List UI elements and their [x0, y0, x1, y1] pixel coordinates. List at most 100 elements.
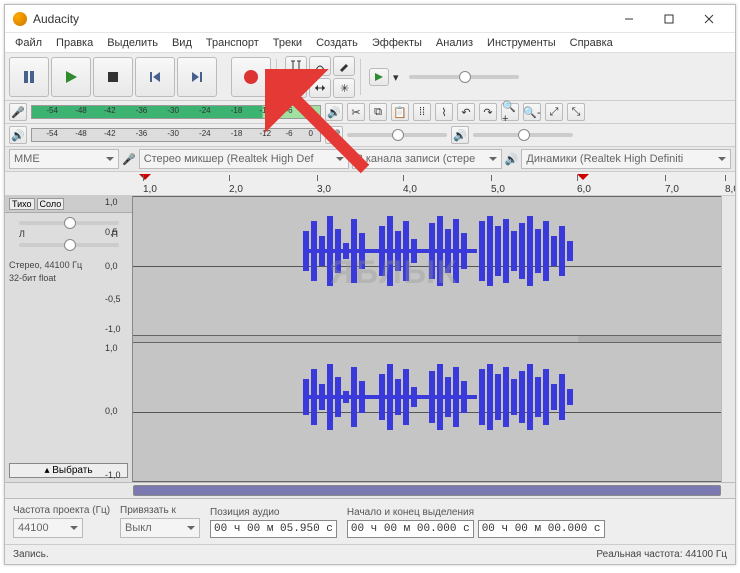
- speaker-icon: 🔊: [505, 153, 519, 166]
- titlebar: Audacity: [5, 5, 735, 33]
- zoom-fit-proj-button[interactable]: ⤡: [567, 103, 585, 121]
- play-at-speed-button[interactable]: [369, 68, 389, 86]
- timeline-ruler[interactable]: 1,0 2,0 3,0 4,0 5,0 6,0 7,0 8,0: [5, 172, 735, 196]
- timeshift-tool[interactable]: [309, 78, 331, 98]
- recording-meter[interactable]: -54 -48 -42 -36 -30 -24 -18 -12 -6 0: [31, 105, 321, 119]
- silence-button[interactable]: ⌇: [435, 103, 453, 121]
- selection-end-field[interactable]: 00 ч 00 м 00.000 с: [478, 520, 605, 538]
- close-button[interactable]: [689, 5, 729, 33]
- status-left: Запись.: [13, 549, 49, 560]
- audio-host-combo[interactable]: MME: [9, 149, 119, 169]
- menu-view[interactable]: Вид: [166, 35, 198, 51]
- meter-tick: -18: [231, 106, 243, 118]
- envelope-tool[interactable]: [309, 56, 331, 76]
- menu-tools[interactable]: Инструменты: [481, 35, 562, 51]
- zoom-in-button[interactable]: 🔍+: [501, 103, 519, 121]
- app-window: Audacity Файл Правка Выделить Вид Трансп…: [4, 4, 736, 565]
- playback-volume-slider[interactable]: [473, 133, 573, 137]
- svg-text:✳: ✳: [340, 83, 349, 94]
- tools-grid: ✳: [285, 56, 355, 98]
- vertical-scrollbar[interactable]: [721, 196, 735, 482]
- meter-tick: 0: [308, 106, 312, 118]
- chevron-down-icon[interactable]: ▾: [393, 71, 405, 83]
- copy-button[interactable]: ⧉: [369, 103, 387, 121]
- speaker-icon[interactable]: 🔊: [9, 126, 27, 144]
- meter-tick: -30: [167, 106, 179, 118]
- toolbar-separator: [360, 59, 364, 95]
- menu-select[interactable]: Выделить: [101, 35, 164, 51]
- meter-tick: -42: [104, 106, 116, 118]
- speaker-icon[interactable]: 🔊: [325, 103, 343, 121]
- record-device-combo[interactable]: Стерео микшер (Realtek High Def: [139, 149, 349, 169]
- record-button[interactable]: [231, 57, 271, 97]
- minimize-button[interactable]: [609, 5, 649, 33]
- gain-slider[interactable]: [19, 221, 119, 225]
- record-volume-slider[interactable]: [347, 133, 447, 137]
- paste-button[interactable]: 📋: [391, 103, 409, 121]
- mute-button[interactable]: Тихо: [9, 198, 35, 210]
- menubar: Файл Правка Выделить Вид Транспорт Треки…: [5, 33, 735, 53]
- pan-slider[interactable]: [19, 243, 119, 247]
- menu-analyze[interactable]: Анализ: [430, 35, 479, 51]
- pan-left-label: Л: [19, 229, 25, 239]
- snap-label: Привязать к: [120, 505, 200, 516]
- menu-file[interactable]: Файл: [9, 35, 48, 51]
- meter-tick: -54: [46, 106, 58, 118]
- solo-button[interactable]: Соло: [37, 198, 65, 210]
- waveform-left: [303, 211, 583, 291]
- pause-button[interactable]: [9, 57, 49, 97]
- selection-toolbar: Частота проекта (Гц) 44100 Привязать к В…: [5, 498, 735, 544]
- selection-start-field[interactable]: 00 ч 00 м 00.000 с: [347, 520, 474, 538]
- menu-help[interactable]: Справка: [564, 35, 619, 51]
- transport-toolbar: ✳ ▾: [5, 53, 735, 101]
- meter-tick: -6: [285, 106, 292, 118]
- selection-label: Начало и конец выделения: [347, 507, 605, 518]
- zoom-fit-sel-button[interactable]: ⤢: [545, 103, 563, 121]
- snap-combo[interactable]: Выкл: [120, 518, 200, 538]
- zoom-tool[interactable]: [285, 78, 307, 98]
- skip-start-button[interactable]: [135, 57, 175, 97]
- meter-tick: -48: [75, 106, 87, 118]
- toolbar-separator: [276, 59, 280, 95]
- menu-transport[interactable]: Транспорт: [200, 35, 265, 51]
- trim-button[interactable]: ⁞⁞: [413, 103, 431, 121]
- play-button[interactable]: [51, 57, 91, 97]
- app-logo: [13, 12, 27, 26]
- record-channels-combo[interactable]: 2 канала записи (стере: [352, 149, 502, 169]
- meter-tick: -36: [136, 106, 148, 118]
- menu-tracks[interactable]: Треки: [267, 35, 308, 51]
- statusbar: Запись. Реальная частота: 44100 Гц: [5, 544, 735, 564]
- meter-tick: -12: [260, 106, 272, 118]
- track-control-panel: Тихо Соло Л П Стерео, 44100 Гц 32-бит fl…: [5, 196, 133, 482]
- track-canvas[interactable]: 1,0 0,5 0,0 -0,5 -1,0: [133, 196, 735, 482]
- play-device-combo[interactable]: Динамики (Realtek High Definiti: [521, 149, 731, 169]
- meter-toolbar-2: 🔊 -54 -48 -42 -36 -30 -24 -18 -12 -6 0 🎤…: [5, 124, 735, 147]
- project-rate-combo[interactable]: 44100: [13, 518, 83, 538]
- zoom-out-button[interactable]: 🔍-: [523, 103, 541, 121]
- meter-toolbar: 🎤 -54 -48 -42 -36 -30 -24 -18 -12 -6 0 🔊…: [5, 101, 735, 124]
- mic-icon[interactable]: 🎤: [9, 103, 27, 121]
- stop-button[interactable]: [93, 57, 133, 97]
- playback-speed-slider[interactable]: [409, 75, 519, 79]
- redo-button[interactable]: ↷: [479, 103, 497, 121]
- horizontal-scrollbar[interactable]: [133, 485, 721, 496]
- playback-meter[interactable]: -54 -48 -42 -36 -30 -24 -18 -12 -6 0: [31, 128, 321, 142]
- project-rate-label: Частота проекта (Гц): [13, 505, 110, 516]
- cut-button[interactable]: ✂: [347, 103, 365, 121]
- menu-edit[interactable]: Правка: [50, 35, 99, 51]
- waveform-right: [303, 357, 583, 437]
- audio-position-field[interactable]: 00 ч 00 м 05.950 с: [210, 520, 337, 538]
- skip-end-button[interactable]: [177, 57, 217, 97]
- status-right: Реальная частота: 44100 Гц: [596, 549, 727, 560]
- speaker-icon[interactable]: 🔊: [451, 126, 469, 144]
- meter-tick: -24: [199, 106, 211, 118]
- menu-effects[interactable]: Эффекты: [366, 35, 428, 51]
- undo-button[interactable]: ↶: [457, 103, 475, 121]
- multi-tool[interactable]: ✳: [333, 78, 355, 98]
- maximize-button[interactable]: [649, 5, 689, 33]
- mic-icon[interactable]: 🎤: [325, 126, 343, 144]
- selection-tool[interactable]: [285, 56, 307, 76]
- horizontal-scrollbar-row: [5, 482, 735, 498]
- menu-generate[interactable]: Создать: [310, 35, 364, 51]
- draw-tool[interactable]: [333, 56, 355, 76]
